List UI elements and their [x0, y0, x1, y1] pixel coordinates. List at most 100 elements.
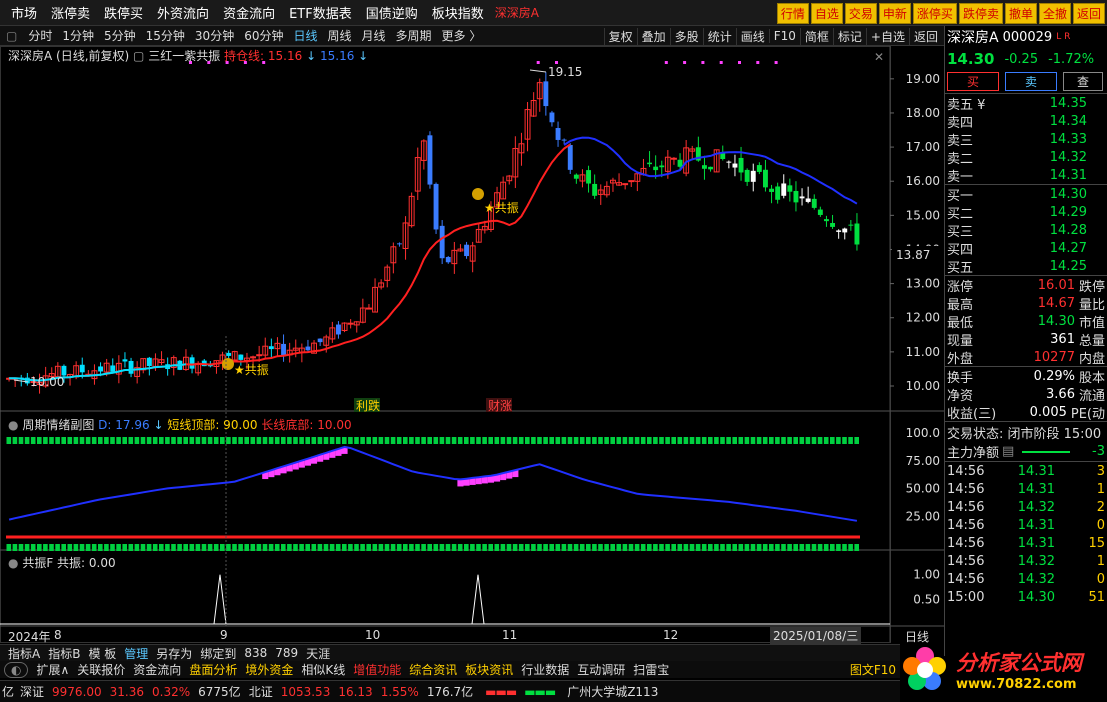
menu-capital-flow[interactable]: 资金流向	[216, 3, 282, 22]
limit-down-sell-button[interactable]: 跌停卖	[958, 3, 1003, 24]
sub1-top-block	[561, 437, 567, 444]
query-button[interactable]: 查	[1063, 72, 1103, 91]
sub1-top-block	[775, 437, 780, 444]
period-weekly[interactable]: 周线	[323, 27, 357, 44]
tab-indicator-b[interactable]: 指标B	[44, 645, 84, 661]
tab-bind-to[interactable]: 绑定到	[196, 645, 240, 661]
mark-button[interactable]: 标记	[832, 27, 866, 45]
sell-button[interactable]: 卖	[1005, 72, 1057, 91]
candle-body	[98, 366, 103, 372]
sub1-top-block	[268, 437, 274, 444]
chart-back-button[interactable]: 返回	[908, 27, 942, 45]
cancel-order-button[interactable]: 撤单	[1004, 3, 1037, 24]
sub1-bottom-block	[323, 544, 329, 551]
quote-flag: L R	[1056, 32, 1071, 42]
candlestick-chart-svg[interactable]: 19.0018.0017.0016.0015.0014.0013.0012.00…	[0, 46, 944, 644]
sub1-bottom-block	[512, 544, 518, 551]
f10-button[interactable]: F10	[768, 29, 800, 43]
ask-row-3-value: 14.32	[1049, 149, 1087, 165]
period-30min[interactable]: 30分钟	[190, 27, 239, 44]
ext-sector-news[interactable]: 板块资讯	[461, 661, 517, 678]
sub1-top-block	[622, 437, 628, 444]
chart-area[interactable]: 19.0018.0017.0016.0015.0014.0013.0012.00…	[0, 46, 944, 644]
ext-foreign-capital[interactable]: 境外资金	[241, 661, 297, 678]
period-15min[interactable]: 15分钟	[141, 27, 190, 44]
menu-market[interactable]: 市场	[4, 3, 44, 22]
sub1-top-block	[848, 437, 853, 444]
period-intraday[interactable]: 分时	[23, 27, 57, 44]
tab-template[interactable]: 模 板	[84, 645, 120, 661]
stat-row-4-value: 10277	[1033, 349, 1075, 365]
ext-capital-flow[interactable]: 资金流向	[129, 661, 185, 678]
ipo-button[interactable]: 申新	[878, 3, 911, 24]
ext-minesweeper[interactable]: 扫雷宝	[629, 661, 673, 678]
window-icon[interactable]: ▢	[0, 29, 23, 43]
stats-button[interactable]: 统计	[702, 27, 736, 45]
sub1-top-block	[152, 437, 158, 444]
period-1min[interactable]: 1分钟	[57, 27, 99, 44]
toggle-icon[interactable]: ◐	[4, 661, 29, 678]
tab-838[interactable]: 838	[240, 646, 271, 660]
add-watchlist-button[interactable]: +自选	[865, 27, 909, 45]
sub1-bottom-block	[128, 544, 134, 551]
draw-line-button[interactable]: 画线	[735, 27, 769, 45]
ext-related-quote[interactable]: 关联报价	[73, 661, 129, 678]
tick-time: 15:00	[947, 589, 985, 605]
back-button[interactable]: 返回	[1072, 3, 1105, 24]
ext-news[interactable]: 综合资讯	[405, 661, 461, 678]
tab-manage[interactable]: 管理	[120, 645, 152, 661]
candle-body	[238, 354, 244, 360]
menu-limit-down-buy[interactable]: 跌停买	[97, 3, 150, 22]
menu-limit-up-sell[interactable]: 涨停卖	[44, 3, 97, 22]
candle-body	[720, 153, 726, 160]
sub1-top-block	[640, 437, 646, 444]
sub1-top-block	[281, 437, 286, 444]
adjust-button[interactable]: 复权	[603, 27, 637, 45]
menu-foreign-flow[interactable]: 外资流向	[150, 3, 216, 22]
tab-tianya[interactable]: 天涯	[302, 645, 334, 661]
overlay-button[interactable]: 叠加	[636, 27, 670, 45]
menu-reverse-repo[interactable]: 国债逆购	[359, 3, 425, 22]
tab-789[interactable]: 789	[271, 646, 302, 660]
candle-body	[817, 209, 823, 215]
candle-body	[567, 144, 573, 170]
stat-row-3-label: 现量	[947, 333, 974, 349]
candle-body	[677, 159, 683, 167]
ext-similar-k[interactable]: 相似K线	[297, 661, 349, 678]
ext-value-added[interactable]: 增值功能	[349, 661, 405, 678]
sub1-bottom-block	[854, 544, 859, 551]
sub1-bottom-block	[348, 544, 353, 551]
sub1-top-block	[543, 437, 548, 444]
period-monthly[interactable]: 月线	[357, 27, 391, 44]
ext-industry-data[interactable]: 行业数据	[517, 661, 573, 678]
multi-stock-button[interactable]: 多股	[669, 27, 703, 45]
buy-button[interactable]: 买	[947, 72, 999, 91]
net-inflow-icon[interactable]: ▤	[1002, 444, 1014, 459]
trade-button[interactable]: 交易	[844, 3, 877, 24]
sub1-bottom-block	[671, 544, 676, 551]
close-chart-icon[interactable]: ✕	[874, 50, 884, 64]
cancel-all-button[interactable]: 全撤	[1038, 3, 1071, 24]
ext-market-analysis[interactable]: 盘面分析	[185, 661, 241, 678]
ext-interactive[interactable]: 互动调研	[573, 661, 629, 678]
ext-f10[interactable]: 图文F10	[846, 661, 900, 678]
sub1-top-block	[177, 437, 182, 444]
period-multi[interactable]: 多周期	[391, 27, 437, 44]
tab-indicator-a[interactable]: 指标A	[4, 645, 44, 661]
period-60min[interactable]: 60分钟	[239, 27, 288, 44]
sub1-bottom-block	[268, 544, 274, 551]
menu-sector-index[interactable]: 板块指数	[425, 3, 491, 22]
menu-etf-table[interactable]: ETF数据表	[282, 3, 359, 22]
limit-up-buy-button[interactable]: 涨停买	[912, 3, 957, 24]
period-daily[interactable]: 日线	[288, 27, 322, 44]
period-more[interactable]: 更多 〉	[437, 27, 487, 44]
tab-save-as[interactable]: 另存为	[152, 645, 196, 661]
watchlist-button[interactable]: 自选	[810, 3, 843, 24]
sub1-bottom-block	[250, 544, 256, 551]
ext-expand[interactable]: 扩展∧	[32, 661, 73, 678]
simple-frame-button[interactable]: 简框	[799, 27, 833, 45]
period-5min[interactable]: 5分钟	[99, 27, 141, 44]
sub1-top-block	[689, 437, 695, 444]
quote-button[interactable]: 行情	[776, 3, 809, 24]
sub1-bottom-block	[555, 544, 561, 551]
